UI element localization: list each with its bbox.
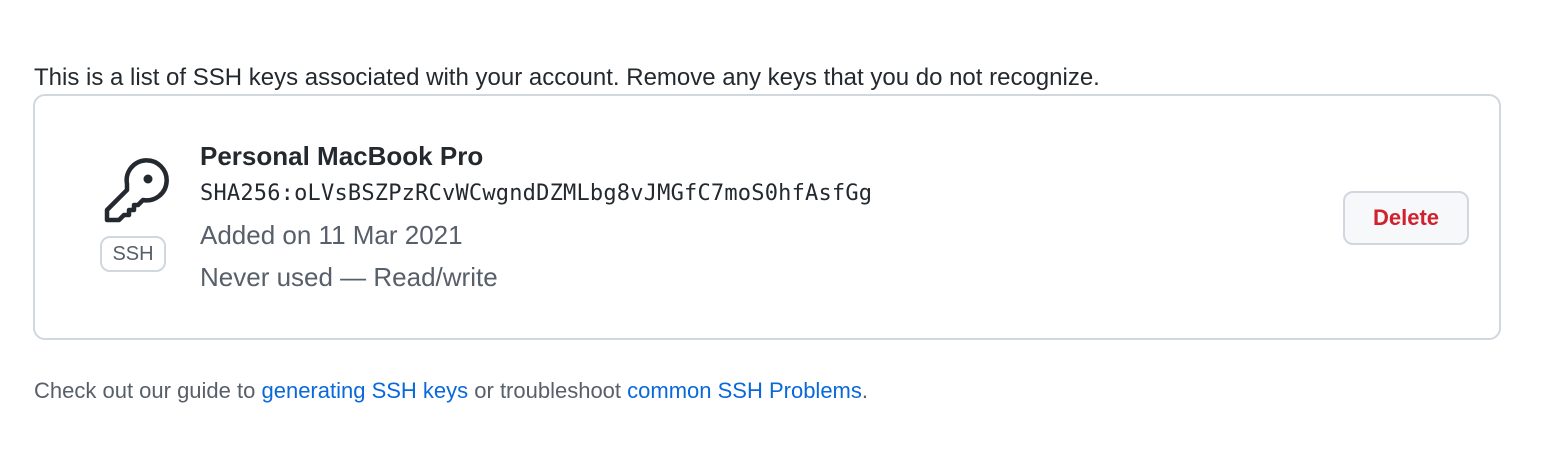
common-ssh-problems-link[interactable]: common SSH Problems	[627, 378, 862, 403]
ssh-key-card: SSH Personal MacBook Pro SHA256:oLVsBSZP…	[33, 94, 1501, 340]
key-info: Personal MacBook Pro SHA256:oLVsBSZPzRCv…	[200, 138, 872, 298]
generating-ssh-keys-link[interactable]: generating SSH keys	[261, 378, 468, 403]
key-added-date: Added on 11 Mar 2021	[200, 220, 463, 250]
key-usage: Never used — Read/write	[200, 262, 498, 292]
key-icon-group: SSH	[99, 156, 171, 276]
key-fingerprint: SHA256:oLVsBSZPzRCvWCwgndDZMLbg8vJMGfC7m…	[200, 181, 873, 206]
key-icon	[104, 158, 169, 223]
ssh-badge: SSH	[100, 236, 166, 272]
footer-help-text: Check out our guide to generating SSH ke…	[34, 376, 868, 406]
footer-suffix: .	[861, 378, 869, 403]
footer-middle: or troubleshoot	[468, 378, 628, 403]
key-title: Personal MacBook Pro	[200, 141, 484, 171]
intro-text: This is a list of SSH keys associated wi…	[34, 64, 1100, 91]
footer-prefix: Check out our guide to	[34, 378, 262, 403]
delete-button[interactable]: Delete	[1343, 191, 1469, 245]
